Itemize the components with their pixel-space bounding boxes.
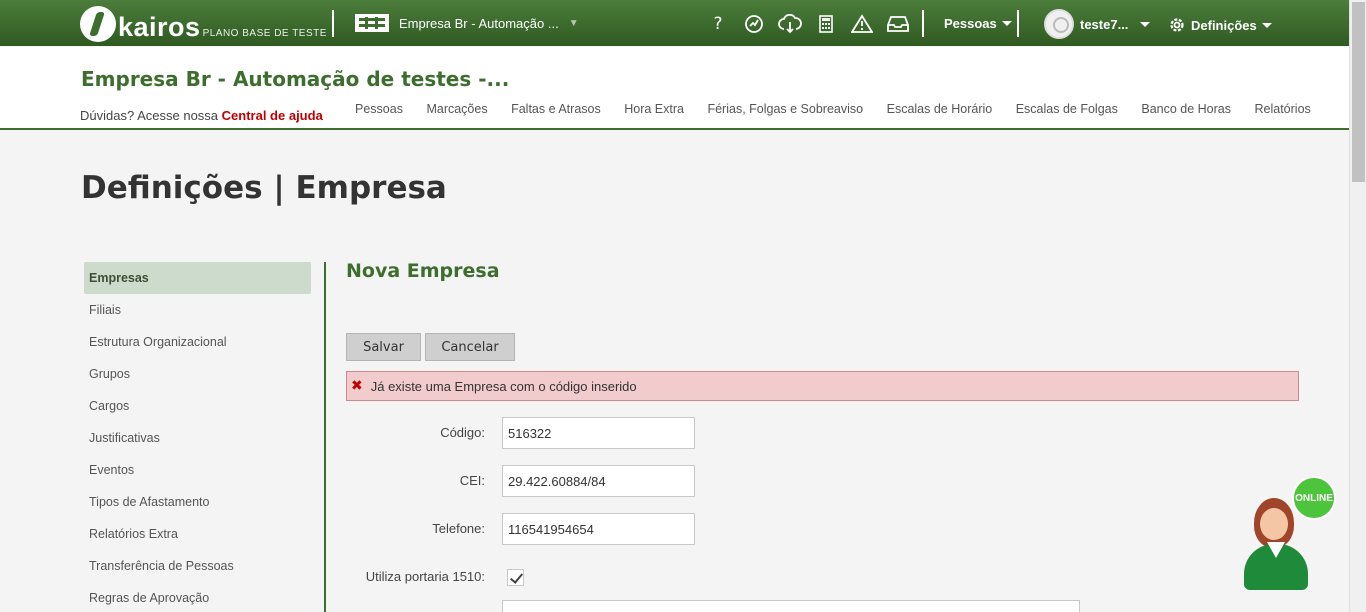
cloud-download-icon[interactable] [778, 12, 802, 36]
avatar [1044, 9, 1074, 39]
sidebar-item-grupos[interactable]: Grupos [84, 358, 311, 390]
logo-text: kairos [118, 12, 201, 42]
gear-icon [1170, 18, 1184, 32]
main-nav: Pessoas Marcações Faltas e Atrasos Hora … [355, 102, 1334, 116]
support-icon[interactable] [742, 12, 766, 36]
error-icon: ✖ [351, 378, 363, 394]
nav-item-pessoas[interactable]: Pessoas [355, 102, 403, 116]
nav-item-ferias-folgas[interactable]: Férias, Folgas e Sobreaviso [707, 102, 863, 116]
sidebar-item-regras-aprovacao[interactable]: Regras de Aprovação [84, 582, 311, 612]
nav-item-hora-extra[interactable]: Hora Extra [624, 102, 684, 116]
company-selector-label: Empresa Br - Automação ... [399, 15, 559, 31]
pessoas-menu[interactable]: Pessoas [944, 16, 1012, 31]
definicoes-menu-label: Definições [1191, 17, 1257, 33]
user-name: teste7... [1080, 16, 1129, 32]
page-title: Definições | Empresa [81, 170, 447, 206]
online-badge[interactable]: ONLINE [1292, 476, 1336, 520]
scrollbar-thumb[interactable] [1352, 2, 1365, 182]
nav-item-banco-horas[interactable]: Banco de Horas [1141, 102, 1231, 116]
warning-icon[interactable] [850, 12, 874, 36]
portaria-checkbox[interactable] [507, 569, 524, 586]
telefone-label: Telefone: [432, 521, 485, 536]
company-header: Empresa Br - Automação de testes -... Dú… [0, 47, 1349, 130]
help-prefix: Dúvidas? Acesse nossa [80, 108, 219, 123]
sidebar-item-eventos[interactable]: Eventos [84, 454, 311, 486]
top-bar: kairos PLANO BASE DE TESTE Empresa Br - … [0, 0, 1349, 46]
help-icon[interactable]: ? [706, 12, 730, 36]
divider [1017, 10, 1019, 37]
divider [332, 10, 334, 37]
calculator-icon[interactable] [814, 12, 838, 36]
sidebar-item-filiais[interactable]: Filiais [84, 294, 311, 326]
pessoas-menu-label: Pessoas [944, 16, 997, 31]
tool-icons: ? [706, 12, 910, 36]
logo-subtitle: PLANO BASE DE TESTE [202, 28, 327, 39]
kairos-logo[interactable]: kairos PLANO BASE DE TESTE [80, 4, 327, 42]
nav-item-marcacoes[interactable]: Marcações [426, 102, 487, 116]
nav-item-escalas-folgas[interactable]: Escalas de Folgas [1016, 102, 1118, 116]
sidebar-item-cargos[interactable]: Cargos [84, 390, 311, 422]
settings-sidebar: Empresas Filiais Estrutura Organizaciona… [84, 262, 311, 612]
definicoes-menu[interactable]: Definições [1168, 16, 1272, 34]
kairos-logo-icon [80, 6, 116, 42]
codigo-field[interactable]: 516322 [502, 417, 695, 449]
cancel-button[interactable]: Cancelar [425, 333, 515, 361]
divider [922, 10, 924, 37]
nav-item-faltas-atrasos[interactable]: Faltas e Atrasos [511, 102, 601, 116]
chevron-down-icon [1140, 21, 1151, 27]
sidebar-item-justificativas[interactable]: Justificativas [84, 422, 311, 454]
cei-label: CEI: [459, 473, 485, 488]
save-button[interactable]: Salvar [346, 333, 421, 361]
sidebar-item-transferencia-pessoas[interactable]: Transferência de Pessoas [84, 550, 311, 582]
help-text: Dúvidas? Acesse nossa Central de ajuda [80, 108, 323, 123]
nav-item-escalas-horario[interactable]: Escalas de Horário [887, 102, 993, 116]
sidebar-item-tipos-afastamento[interactable]: Tipos de Afastamento [84, 486, 311, 518]
error-message: Já existe uma Empresa com o código inser… [370, 378, 637, 394]
sidebar-item-empresas[interactable]: Empresas [84, 262, 311, 294]
agent-face [1260, 508, 1288, 540]
portaria-label: Utiliza portaria 1510: [365, 569, 485, 584]
company-grid-icon [355, 14, 389, 32]
codigo-label: Código: [440, 425, 485, 440]
chevron-down-icon [1261, 22, 1272, 28]
telefone-field[interactable]: 116541954654 [502, 513, 695, 545]
help-center-link[interactable]: Central de ajuda [222, 108, 323, 123]
next-field[interactable] [502, 600, 1080, 612]
sidebar-item-relatorios-extra[interactable]: Relatórios Extra [84, 518, 311, 550]
company-selector[interactable]: Empresa Br - Automação ... ▼ [355, 14, 579, 32]
page-scrollbar[interactable] [1349, 0, 1366, 612]
chevron-down-icon: ▼ [568, 17, 579, 29]
inbox-icon[interactable] [886, 12, 910, 36]
user-menu[interactable]: teste7... [1044, 9, 1151, 39]
error-alert: ✖ Já existe uma Empresa com o código ins… [346, 371, 1299, 401]
chevron-down-icon [1001, 21, 1012, 26]
online-chat-widget[interactable]: ONLINE [1240, 476, 1340, 594]
sidebar-item-estrutura-organizacional[interactable]: Estrutura Organizacional [84, 326, 311, 358]
cei-field[interactable]: 29.422.60884/84 [502, 465, 695, 497]
sidebar-divider [324, 262, 326, 612]
company-title: Empresa Br - Automação de testes -... [81, 67, 510, 91]
nav-item-relatorios[interactable]: Relatórios [1255, 102, 1311, 116]
form-title: Nova Empresa [346, 260, 500, 282]
